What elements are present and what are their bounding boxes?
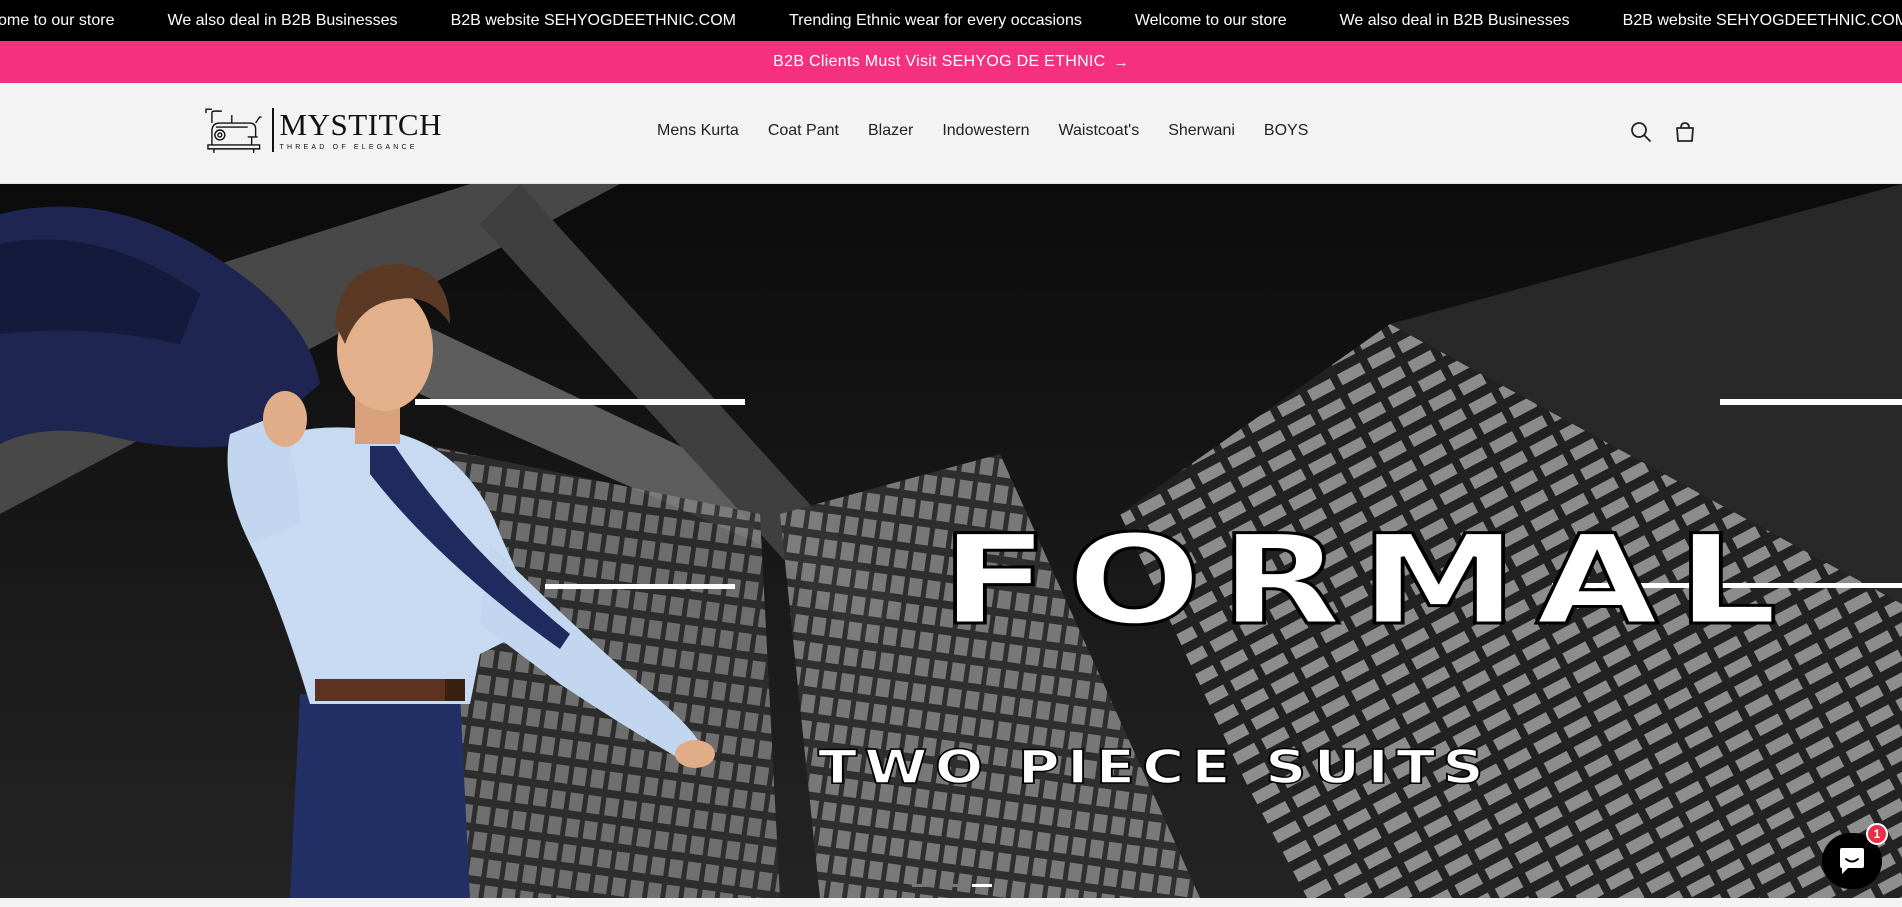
marquee-item: come to our store — [0, 11, 115, 29]
hero-title: FORMAL — [939, 509, 1796, 653]
nav-item-sherwani[interactable]: Sherwani — [1168, 122, 1235, 140]
logo-tagline: THREAD OF ELEGANCE — [279, 144, 418, 151]
slide-dot-2[interactable] — [942, 884, 962, 887]
slide-dot-3[interactable] — [972, 884, 992, 887]
nav-item-indowestern[interactable]: Indowestern — [942, 122, 1029, 140]
sewing-machine-icon — [205, 108, 262, 153]
cart-icon[interactable] — [1672, 119, 1698, 145]
page-bottom-strip — [0, 898, 1902, 907]
hero-subtitle: TWO PIECE SUITS — [817, 740, 1492, 794]
search-icon[interactable] — [1628, 119, 1654, 145]
arrow-right-icon: → — [1113, 53, 1129, 71]
nav-item-blazer[interactable]: Blazer — [868, 122, 913, 140]
marquee-item: We also deal in B2B Businesses — [167, 11, 398, 29]
marquee-item: Welcome to our store — [1134, 11, 1287, 29]
nav-item-waistcoats[interactable]: Waistcoat's — [1059, 122, 1140, 140]
promo-banner-link[interactable]: B2B Clients Must Visit SEHYOG DE ETHNIC … — [0, 41, 1902, 83]
promo-text: B2B Clients Must Visit SEHYOG DE ETHNIC — [773, 53, 1106, 70]
marquee-item: We also deal in B2B Businesses — [1339, 11, 1570, 29]
chat-notification-badge: 1 — [1866, 823, 1888, 845]
slide-dot-1[interactable] — [912, 884, 932, 887]
site-header: MYSTITCH THREAD OF ELEGANCE Mens Kurta C… — [0, 83, 1902, 184]
logo-divider — [271, 108, 274, 152]
marquee-item: B2B website SEHYOGDEETHNIC.COM — [1622, 11, 1902, 29]
chat-icon — [1840, 848, 1864, 874]
marquee-item: Trending Ethnic wear for every occasions — [788, 11, 1082, 29]
main-nav: Mens Kurta Coat Pant Blazer Indowestern … — [657, 122, 1308, 140]
hero-banner[interactable]: FORMAL TWO PIECE SUITS — [0, 184, 1902, 898]
nav-item-coat-pant[interactable]: Coat Pant — [768, 122, 839, 140]
announcement-marquee: come to our store We also deal in B2B Bu… — [0, 0, 1902, 41]
marquee-track: come to our store We also deal in B2B Bu… — [0, 0, 1902, 41]
store-logo[interactable]: MYSTITCH THREAD OF ELEGANCE — [202, 105, 442, 155]
logo-text: MYSTITCH THREAD OF ELEGANCE — [280, 109, 442, 151]
logo-name: MYSTITCH — [279, 107, 442, 142]
nav-item-boys[interactable]: BOYS — [1264, 122, 1308, 140]
marquee-item: B2B website SEHYOGDEETHNIC.COM — [450, 11, 736, 29]
nav-item-mens-kurta[interactable]: Mens Kurta — [657, 122, 739, 140]
slideshow-pagination — [912, 884, 992, 887]
